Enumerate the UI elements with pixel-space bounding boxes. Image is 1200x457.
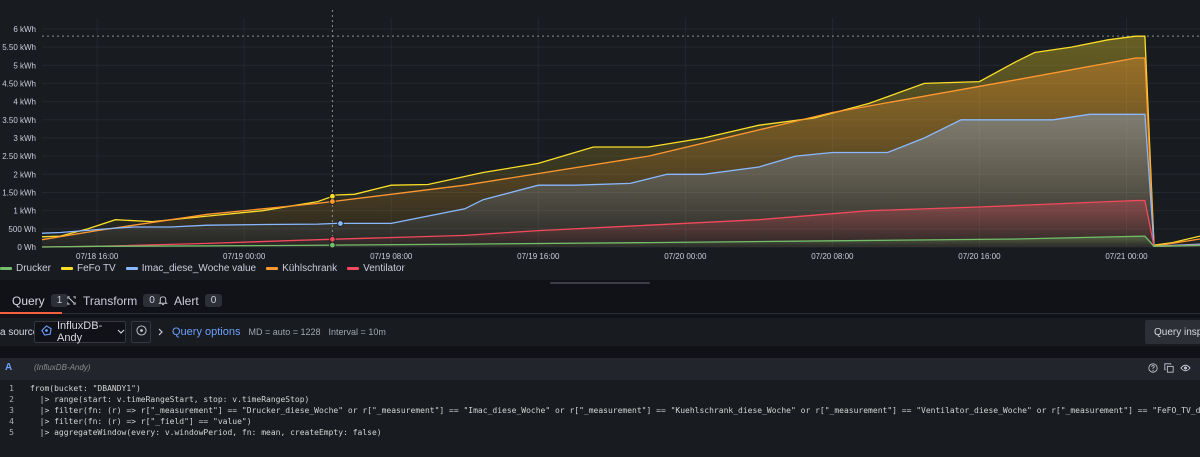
y-tick-label: 500 Wh [8,225,36,234]
y-tick-label: 1 kWh [13,207,36,216]
bell-icon [158,295,168,306]
query-options-label: Query options [172,326,241,338]
code-line: 2 |> range(start: v.timeRangeStart, stop… [9,395,310,404]
interval-info: Interval = 10m [328,327,386,337]
legend-item[interactable]: Drucker [0,263,51,274]
query-inspector-button[interactable]: Query inspector [1145,320,1200,344]
query-options-toggle[interactable]: Query options MD = auto = 1228 Interval … [158,318,386,346]
code-line: 1 from(bucket: "DBANDY1") [9,384,141,393]
x-tick-label: 07/19 00:00 [223,252,266,261]
hover-point [337,220,344,227]
y-tick-label: 2.50 kWh [2,152,36,161]
y-tick-label: 1.50 kWh [2,188,36,197]
query-ref-id[interactable]: A [5,362,12,373]
query-actions [1148,362,1191,376]
flux-code[interactable]: 1 from(bucket: "DBANDY1") 2 |> range(star… [0,383,1200,438]
hover-point [329,198,336,205]
legend-swatch [61,266,74,270]
legend-label: FeFo TV [77,262,116,274]
legend-item[interactable]: FeFo TV [61,263,116,274]
active-tab-indicator [0,312,62,314]
y-tick-label: 5 kWh [13,61,36,70]
legend-label: Imac_diese_Woche value [141,262,257,274]
query-editor: A (InfluxDB-Andy) 1 from(bucket: "DBANDY1… [0,358,1200,457]
y-tick-label: 3 kWh [13,134,36,143]
legend-label: Drucker [16,262,52,274]
legend-label: Kühlschrank [282,262,338,274]
hover-point [329,241,336,249]
y-tick-label: 5.50 kWh [2,43,36,52]
max-data-points: MD = auto = 1228 [248,327,321,337]
code-line: 3 |> filter(fn: (r) => r["_measurement"]… [9,406,1200,415]
code-line: 4 |> filter(fn: (r) => r["_field"] == "v… [9,417,252,426]
y-tick-label: 4.50 kWh [2,79,36,88]
y-tick-label: 4 kWh [13,98,36,107]
tab-alert-count: 0 [204,294,223,307]
legend-swatch [0,266,12,270]
energy-chart[interactable]: 0 Wh 500 Wh 1 kWh 1.50 kWh 2 kWh 2.50 kWh 3 kW… [0,0,1200,280]
data-source-label: a source [0,326,39,338]
chevron-down-icon [117,326,125,338]
influxdb-icon [41,325,52,339]
help-circle-icon [135,325,147,339]
legend-item[interactable]: Ventilator [347,263,405,274]
legend-item[interactable]: Kühlschrank [266,263,337,274]
x-tick-label: 07/21 00:00 [1105,252,1148,261]
datasource-name: InfluxDB-Andy [57,320,103,344]
tab-transform-label: Transform [83,293,138,308]
query-toolbar: a source InfluxDB-Andy Query options MD … [0,318,1200,346]
x-tick-label: 07/19 08:00 [370,252,413,261]
tab-query-label: Query [12,293,45,308]
x-tick-label: 07/18 16:00 [76,252,119,261]
legend-label: Ventilator [363,262,405,274]
legend-swatch [125,266,138,270]
chevron-right-icon [158,325,164,339]
copy-icon[interactable] [1164,362,1174,376]
eye-icon[interactable] [1180,362,1191,376]
chart-legend: Drucker FeFo TV Imac_diese_Woche value Kühl… [0,261,405,275]
chart-panel[interactable]: 0 Wh 500 Wh 1 kWh 1.50 kWh 2 kWh 2.50 kWh 3 kW… [0,0,1200,280]
hover-point [329,236,336,243]
x-tick-label: 07/19 16:00 [517,252,560,261]
hover-point [329,193,336,200]
legend-swatch [266,266,279,270]
y-tick-label: 0 Wh [17,243,36,252]
transform-icon [66,295,77,306]
x-tick-label: 07/20 16:00 [958,252,1001,261]
y-tick-label: 2 kWh [13,170,36,179]
tab-alert-label: Alert [174,293,199,308]
x-tick-label: 07/20 00:00 [664,252,707,261]
query-row-header[interactable]: A (InfluxDB-Andy) [0,358,1200,380]
legend-swatch [347,266,360,270]
tab-query[interactable]: Query 1 [0,288,69,314]
tab-transform[interactable]: Transform 0 [66,288,161,313]
x-tick-label: 07/20 08:00 [811,252,854,261]
query-datasource-name: (InfluxDB-Andy) [34,363,91,372]
tab-alert[interactable]: Alert 0 [158,288,223,313]
editor-tabs: Query 1 Transform 0 Alert 0 [0,288,1200,314]
code-line: 5 |> aggregateWindow(every: v.windowPeri… [9,428,382,437]
datasource-help-button[interactable] [131,321,151,343]
help-icon[interactable] [1148,362,1158,376]
legend-item[interactable]: Imac_diese_Woche value [125,262,257,274]
y-tick-label: 6 kWh [13,25,36,34]
y-tick-label: 3.50 kWh [2,116,36,125]
panel-resize-handle[interactable] [550,282,650,284]
datasource-picker[interactable]: InfluxDB-Andy [34,320,126,344]
